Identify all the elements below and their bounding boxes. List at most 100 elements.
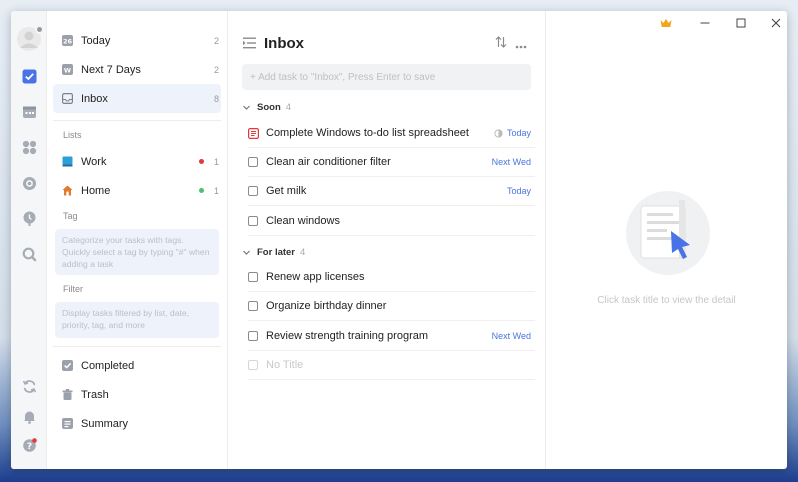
detail-pane: Click task title to view the detail [546, 11, 787, 469]
house-icon [62, 185, 73, 196]
sidebar-item-label: Next 7 Days [81, 63, 141, 76]
sidebar-item-count: 8 [213, 93, 219, 104]
task-title[interactable]: Review strength training program [266, 330, 492, 342]
app-window: ? 26 Today 2 W Next 7 Days 2 Inbox 8 Lis… [11, 11, 787, 469]
tag-hint: Categorize your tasks with tags. Quickly… [55, 229, 219, 275]
trash-icon [62, 389, 73, 400]
minimize-button[interactable] [697, 15, 713, 31]
habit-icon[interactable] [20, 209, 38, 227]
task-row[interactable]: Get milk Today [248, 177, 535, 206]
summary-icon [62, 418, 73, 429]
more-options-icon[interactable] [515, 40, 527, 52]
group-name: For later [257, 247, 296, 258]
task-checkbox-icon[interactable] [20, 67, 38, 85]
group-header-soon[interactable]: Soon 4 [242, 102, 291, 113]
calendar-day-icon: 26 [62, 35, 73, 46]
task-checkbox[interactable] [248, 216, 258, 226]
task-row[interactable]: Renew app licenses [248, 263, 535, 292]
divider [53, 346, 221, 347]
sidebar-item-label: Inbox [81, 92, 108, 105]
sidebar-item-inbox[interactable]: Inbox 8 [53, 84, 221, 113]
sidebar-item-trash[interactable]: Trash [53, 380, 221, 409]
task-checkbox[interactable] [248, 186, 258, 196]
task-title[interactable]: Renew app licenses [266, 271, 535, 283]
task-list-pane: Inbox Soon 4 Complete Windows to-do list… [228, 11, 546, 469]
filter-section-title[interactable]: Filter [63, 284, 83, 294]
task-checkbox[interactable] [248, 301, 258, 311]
task-row[interactable]: Review strength training program Next We… [248, 322, 535, 351]
sidebar-item-count: 2 [213, 35, 219, 46]
help-icon[interactable]: ? [20, 436, 38, 454]
task-due-date[interactable]: Next Wed [492, 157, 531, 167]
search-icon[interactable] [20, 245, 38, 263]
task-checkbox[interactable] [248, 360, 258, 370]
sidebar-item-completed[interactable]: Completed [53, 351, 221, 380]
task-checkbox[interactable] [248, 272, 258, 282]
sidebar-item-count: 1 [213, 185, 219, 196]
chevron-down-icon [243, 105, 250, 110]
task-title[interactable]: Clean air conditioner filter [266, 156, 492, 168]
list-color-dot [198, 159, 204, 164]
bell-icon[interactable] [20, 407, 38, 425]
sync-icon[interactable] [20, 377, 38, 395]
book-icon [62, 156, 73, 167]
sidebar-item-home[interactable]: Home 1 [53, 176, 221, 205]
matrix-icon[interactable] [20, 138, 38, 156]
task-title[interactable]: No Title [266, 359, 535, 371]
chevron-down-icon [243, 250, 250, 255]
calendar-week-icon: W [62, 64, 73, 75]
premium-crown-icon[interactable] [658, 15, 674, 31]
group-name: Soon [257, 102, 281, 113]
task-title[interactable]: Get milk [266, 185, 507, 197]
settings-badge-icon[interactable] [35, 25, 44, 34]
checkbox-icon [62, 360, 73, 371]
task-title[interactable]: Complete Windows to-do list spreadsheet [266, 127, 494, 139]
sidebar-item-label: Completed [81, 359, 135, 372]
sidebar-item-work[interactable]: Work 1 [53, 147, 221, 176]
svg-text:W: W [64, 67, 71, 75]
progress-half-icon [494, 128, 503, 138]
sidebar: 26 Today 2 W Next 7 Days 2 Inbox 8 Lists [47, 11, 228, 469]
tag-section-title[interactable]: Tag [63, 211, 78, 221]
sidebar-item-label: Work [81, 155, 107, 168]
task-row[interactable]: Clean windows [248, 207, 535, 236]
empty-detail-illustration [623, 190, 713, 283]
sort-icon[interactable] [495, 36, 507, 51]
task-title[interactable]: Organize birthday dinner [266, 300, 535, 312]
calendar-icon[interactable] [20, 102, 38, 120]
sidebar-item-label: Trash [81, 388, 109, 401]
note-task-icon[interactable] [248, 128, 259, 139]
task-due-date[interactable]: Today [507, 186, 531, 196]
task-row[interactable]: Complete Windows to-do list spreadsheet … [248, 119, 535, 148]
divider [53, 120, 221, 121]
sidebar-item-label: Home [81, 184, 111, 197]
sidebar-item-next-7-days[interactable]: W Next 7 Days 2 [53, 55, 221, 84]
task-due-date[interactable]: Today [507, 128, 531, 138]
nav-rail: ? [11, 11, 47, 469]
task-row[interactable]: No Title [248, 351, 535, 380]
group-count: 4 [300, 247, 306, 258]
lists-section-title[interactable]: Lists [63, 130, 82, 140]
detail-empty-hint: Click task title to view the detail [597, 295, 736, 306]
sidebar-toggle-icon[interactable] [243, 37, 257, 52]
task-row[interactable]: Clean air conditioner filter Next Wed [248, 148, 535, 177]
sidebar-item-today[interactable]: 26 Today 2 [53, 26, 221, 55]
task-due-date[interactable]: Next Wed [492, 331, 531, 341]
add-task-input[interactable] [250, 71, 520, 83]
sidebar-item-count: 2 [213, 64, 219, 75]
list-color-dot [198, 188, 204, 193]
task-checkbox[interactable] [248, 331, 258, 341]
task-title[interactable]: Clean windows [266, 215, 535, 227]
add-task-box[interactable] [242, 64, 531, 90]
task-checkbox[interactable] [248, 157, 258, 167]
task-row[interactable]: Organize birthday dinner [248, 292, 535, 321]
sidebar-item-summary[interactable]: Summary [53, 409, 221, 438]
close-button[interactable] [768, 15, 784, 31]
sidebar-item-label: Today [81, 34, 111, 47]
group-count: 4 [285, 102, 292, 113]
sidebar-item-label: Summary [81, 417, 129, 430]
group-header-for-later[interactable]: For later 4 [242, 247, 305, 258]
focus-timer-icon[interactable] [20, 174, 38, 192]
inbox-icon [62, 93, 74, 105]
maximize-button[interactable] [733, 15, 749, 31]
